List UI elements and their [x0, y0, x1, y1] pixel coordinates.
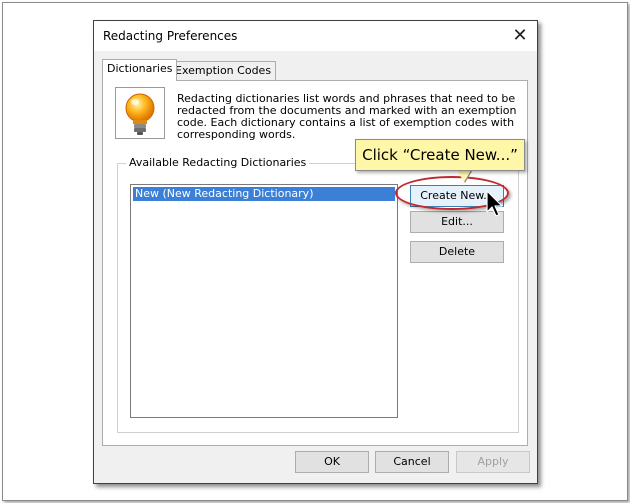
dictionaries-listbox[interactable]: New (New Redacting Dictionary) [130, 184, 398, 418]
delete-button[interactable]: Delete [410, 241, 504, 263]
list-item[interactable]: New (New Redacting Dictionary) [133, 187, 395, 201]
close-icon[interactable]: ✕ [509, 25, 531, 47]
title-bar: Redacting Preferences ✕ [94, 21, 537, 51]
ok-button[interactable]: OK [295, 451, 369, 473]
cancel-button[interactable]: Cancel [375, 451, 449, 473]
apply-button[interactable]: Apply [456, 451, 530, 473]
redacting-preferences-dialog: Redacting Preferences ✕ Dictionaries Exe… [93, 20, 538, 484]
group-label: Available Redacting Dictionaries [126, 156, 310, 169]
description-text: Redacting dictionaries list words and ph… [177, 92, 517, 141]
tab-exemption-codes[interactable]: Exemption Codes [170, 61, 277, 80]
dialog-title: Redacting Preferences [103, 29, 238, 43]
dictionaries-panel: Redacting dictionaries list words and ph… [102, 80, 528, 446]
tab-dictionaries[interactable]: Dictionaries [102, 59, 178, 81]
lightbulb-icon [115, 87, 165, 139]
instruction-callout: Click “Create New...” [355, 139, 525, 171]
mouse-pointer-icon [485, 190, 505, 218]
